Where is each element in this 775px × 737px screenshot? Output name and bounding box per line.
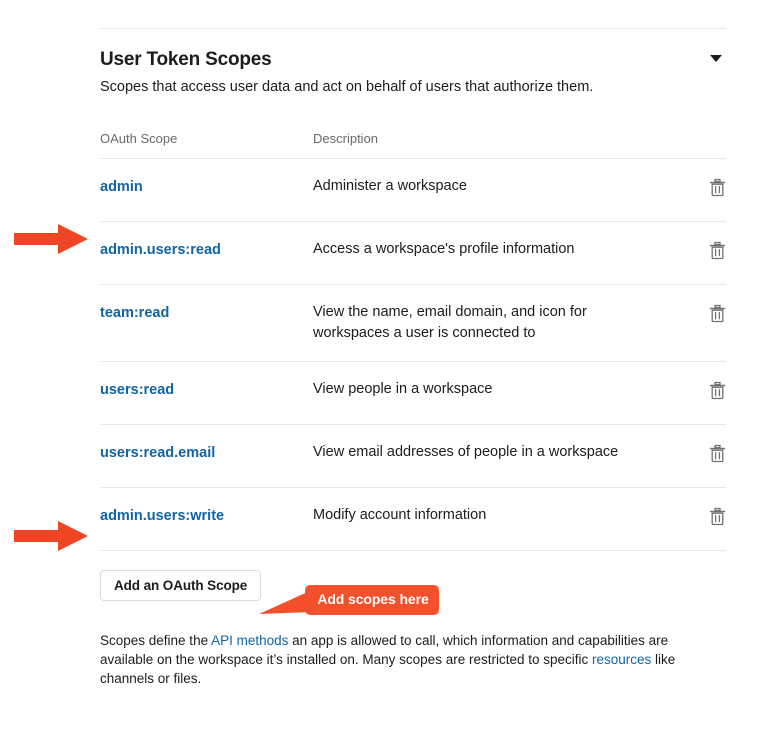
scope-link[interactable]: admin [100,179,143,195]
column-header-description: Description [313,131,379,146]
oauth-scopes-table: OAuth Scope Description admin Administer … [100,131,726,551]
scope-link[interactable]: team:read [100,305,169,321]
footnote-text-1: Scopes define the [100,633,212,648]
chevron-down-icon[interactable] [710,55,722,62]
annotation-arrow-admin-users-read [14,224,88,254]
scope-cell: admin [100,159,313,222]
scopes-footnote: Scopes define the API methods an app is … [100,631,715,688]
scope-link[interactable]: admin.users:write [100,508,224,524]
trash-icon[interactable] [709,444,726,463]
scope-description-cell: View email addresses of people in a work… [313,444,619,460]
scope-link[interactable]: users:read.email [100,445,215,461]
annotation-arrow-admin-users-write [14,521,88,551]
scope-cell: users:read.email [100,425,313,488]
table-body: admin Administer a workspace admin.users:r… [100,159,726,551]
table-row: users:read View people in a workspace [100,362,726,425]
api-methods-link[interactable]: API methods [211,633,288,648]
scope-cell: team:read [100,285,313,362]
scope-actions-cell [668,362,726,425]
table-row: admin.users:write Modify account informat… [100,488,726,551]
table-row: users:read.email View email addresses of … [100,425,726,488]
table-header: OAuth Scope Description [100,131,726,159]
scope-description-cell: Administer a workspace [313,178,467,194]
scope-description-cell: View the name, email domain, and icon fo… [313,304,587,341]
scope-cell: admin.users:write [100,488,313,551]
scope-cell: users:read [100,362,313,425]
page-title: User Token Scopes [100,49,272,70]
table-row: team:read View the name, email domain, an… [100,285,726,362]
trash-icon[interactable] [709,507,726,526]
add-an-oauth-scope-button[interactable]: Add an OAuth Scope [100,570,262,601]
scope-description-cell: Modify account information [313,507,487,523]
scope-link[interactable]: admin.users:read [100,242,221,258]
scope-actions-cell [668,285,726,362]
section-subtitle: Scopes that access user data and act on … [100,79,594,95]
trash-icon[interactable] [709,241,726,260]
trash-icon[interactable] [709,381,726,400]
section-header: User Token Scopes Scopes that access use… [100,29,726,97]
scope-cell: admin.users:read [100,222,313,285]
scope-actions-cell [668,222,726,285]
trash-icon[interactable] [709,178,726,197]
column-header-scope: OAuth Scope [100,131,178,146]
scope-description-cell: Access a workspace's profile information [313,241,575,257]
scope-actions-cell [668,425,726,488]
scope-actions-cell [668,159,726,222]
add-scope-row: Add an OAuth Scope [100,570,726,602]
scope-link[interactable]: users:read [100,382,174,398]
table-row: admin.users:read Access a workspace's pro… [100,222,726,285]
scope-description-cell: View people in a workspace [313,381,493,397]
column-header-actions [668,131,726,159]
user-token-scopes-card: User Token Scopes Scopes that access use… [100,0,726,702]
table-header-row: OAuth Scope Description [100,131,726,159]
scope-actions-cell [668,488,726,551]
resources-link[interactable]: resources [592,652,651,667]
table-row: admin Administer a workspace [100,159,726,222]
trash-icon[interactable] [709,304,726,323]
